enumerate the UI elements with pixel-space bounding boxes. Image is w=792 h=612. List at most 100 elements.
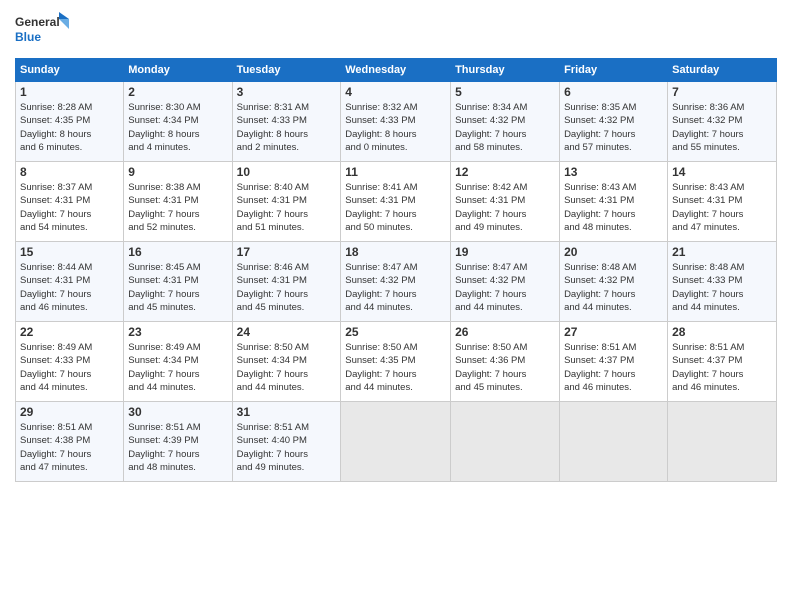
- calendar-cell: 14 Sunrise: 8:43 AM Sunset: 4:31 PM Dayli…: [668, 162, 777, 242]
- day-info: Sunrise: 8:48 AM Sunset: 4:32 PM Dayligh…: [564, 261, 663, 314]
- day-number: 28: [672, 325, 772, 339]
- calendar-cell: 6Sunrise: 8:35 AM Sunset: 4:32 PM Daylig…: [560, 82, 668, 162]
- day-info: Sunrise: 8:34 AM Sunset: 4:32 PM Dayligh…: [455, 101, 555, 154]
- calendar-cell: 21 Sunrise: 8:48 AM Sunset: 4:33 PM Dayli…: [668, 242, 777, 322]
- calendar-cell: 17 Sunrise: 8:46 AM Sunset: 4:31 PM Dayli…: [232, 242, 341, 322]
- day-number: 2: [128, 85, 227, 99]
- day-number: 11: [345, 165, 446, 179]
- calendar-cell: 28 Sunrise: 8:51 AM Sunset: 4:37 PM Dayli…: [668, 322, 777, 402]
- day-info: Sunrise: 8:43 AM Sunset: 4:31 PM Dayligh…: [672, 181, 772, 234]
- day-info: Sunrise: 8:51 AM Sunset: 4:37 PM Dayligh…: [672, 341, 772, 394]
- col-header-sunday: Sunday: [16, 59, 124, 82]
- day-info: Sunrise: 8:48 AM Sunset: 4:33 PM Dayligh…: [672, 261, 772, 314]
- calendar-cell: [341, 402, 451, 482]
- calendar-week-row: 15 Sunrise: 8:44 AM Sunset: 4:31 PM Dayli…: [16, 242, 777, 322]
- calendar-cell: 12Sunrise: 8:42 AM Sunset: 4:31 PM Dayli…: [451, 162, 560, 242]
- logo: General Blue: [15, 10, 70, 50]
- calendar-cell: 11 Sunrise: 8:41 AM Sunset: 4:31 PM Dayli…: [341, 162, 451, 242]
- svg-text:General: General: [15, 15, 60, 29]
- col-header-monday: Monday: [124, 59, 232, 82]
- day-number: 22: [20, 325, 119, 339]
- day-number: 6: [564, 85, 663, 99]
- calendar-cell: 18 Sunrise: 8:47 AM Sunset: 4:32 PM Dayli…: [341, 242, 451, 322]
- day-info: Sunrise: 8:50 AM Sunset: 4:36 PM Dayligh…: [455, 341, 555, 394]
- calendar-cell: [451, 402, 560, 482]
- day-number: 9: [128, 165, 227, 179]
- day-number: 27: [564, 325, 663, 339]
- day-info: Sunrise: 8:49 AM Sunset: 4:33 PM Dayligh…: [20, 341, 119, 394]
- calendar-cell: 8 Sunrise: 8:37 AM Sunset: 4:31 PM Daylig…: [16, 162, 124, 242]
- calendar-cell: 27 Sunrise: 8:51 AM Sunset: 4:37 PM Dayli…: [560, 322, 668, 402]
- day-info: Sunrise: 8:51 AM Sunset: 4:37 PM Dayligh…: [564, 341, 663, 394]
- day-number: 17: [237, 245, 337, 259]
- day-number: 7: [672, 85, 772, 99]
- calendar-cell: 25Sunrise: 8:50 AM Sunset: 4:35 PM Dayli…: [341, 322, 451, 402]
- day-number: 23: [128, 325, 227, 339]
- day-number: 16: [128, 245, 227, 259]
- calendar-week-row: 8 Sunrise: 8:37 AM Sunset: 4:31 PM Daylig…: [16, 162, 777, 242]
- calendar-cell: 22 Sunrise: 8:49 AM Sunset: 4:33 PM Dayli…: [16, 322, 124, 402]
- day-info: Sunrise: 8:38 AM Sunset: 4:31 PM Dayligh…: [128, 181, 227, 234]
- day-number: 3: [237, 85, 337, 99]
- logo-svg: General Blue: [15, 10, 70, 50]
- day-number: 31: [237, 405, 337, 419]
- calendar-cell: 2 Sunrise: 8:30 AM Sunset: 4:34 PM Daylig…: [124, 82, 232, 162]
- col-header-thursday: Thursday: [451, 59, 560, 82]
- day-info: Sunrise: 8:46 AM Sunset: 4:31 PM Dayligh…: [237, 261, 337, 314]
- day-info: Sunrise: 8:31 AM Sunset: 4:33 PM Dayligh…: [237, 101, 337, 154]
- day-number: 21: [672, 245, 772, 259]
- day-info: Sunrise: 8:40 AM Sunset: 4:31 PM Dayligh…: [237, 181, 337, 234]
- day-info: Sunrise: 8:51 AM Sunset: 4:38 PM Dayligh…: [20, 421, 119, 474]
- calendar-cell: 29Sunrise: 8:51 AM Sunset: 4:38 PM Dayli…: [16, 402, 124, 482]
- day-info: Sunrise: 8:51 AM Sunset: 4:40 PM Dayligh…: [237, 421, 337, 474]
- day-number: 8: [20, 165, 119, 179]
- day-info: Sunrise: 8:28 AM Sunset: 4:35 PM Dayligh…: [20, 101, 119, 154]
- calendar-week-row: 1 Sunrise: 8:28 AM Sunset: 4:35 PM Daylig…: [16, 82, 777, 162]
- svg-text:Blue: Blue: [15, 30, 41, 44]
- day-number: 14: [672, 165, 772, 179]
- day-number: 5: [455, 85, 555, 99]
- day-number: 13: [564, 165, 663, 179]
- calendar-cell: 4Sunrise: 8:32 AM Sunset: 4:33 PM Daylig…: [341, 82, 451, 162]
- day-info: Sunrise: 8:30 AM Sunset: 4:34 PM Dayligh…: [128, 101, 227, 154]
- calendar-cell: 20Sunrise: 8:48 AM Sunset: 4:32 PM Dayli…: [560, 242, 668, 322]
- calendar-cell: 1 Sunrise: 8:28 AM Sunset: 4:35 PM Daylig…: [16, 82, 124, 162]
- day-info: Sunrise: 8:44 AM Sunset: 4:31 PM Dayligh…: [20, 261, 119, 314]
- calendar-cell: 3 Sunrise: 8:31 AM Sunset: 4:33 PM Daylig…: [232, 82, 341, 162]
- day-info: Sunrise: 8:45 AM Sunset: 4:31 PM Dayligh…: [128, 261, 227, 314]
- day-info: Sunrise: 8:51 AM Sunset: 4:39 PM Dayligh…: [128, 421, 227, 474]
- calendar-cell: 30 Sunrise: 8:51 AM Sunset: 4:39 PM Dayli…: [124, 402, 232, 482]
- day-number: 15: [20, 245, 119, 259]
- col-header-friday: Friday: [560, 59, 668, 82]
- day-info: Sunrise: 8:43 AM Sunset: 4:31 PM Dayligh…: [564, 181, 663, 234]
- calendar-cell: [560, 402, 668, 482]
- calendar-cell: 16 Sunrise: 8:45 AM Sunset: 4:31 PM Dayli…: [124, 242, 232, 322]
- day-number: 30: [128, 405, 227, 419]
- calendar-week-row: 29Sunrise: 8:51 AM Sunset: 4:38 PM Dayli…: [16, 402, 777, 482]
- calendar-cell: 19Sunrise: 8:47 AM Sunset: 4:32 PM Dayli…: [451, 242, 560, 322]
- day-info: Sunrise: 8:47 AM Sunset: 4:32 PM Dayligh…: [345, 261, 446, 314]
- day-info: Sunrise: 8:37 AM Sunset: 4:31 PM Dayligh…: [20, 181, 119, 234]
- day-number: 1: [20, 85, 119, 99]
- day-info: Sunrise: 8:32 AM Sunset: 4:33 PM Dayligh…: [345, 101, 446, 154]
- col-header-wednesday: Wednesday: [341, 59, 451, 82]
- day-number: 25: [345, 325, 446, 339]
- calendar-cell: 5 Sunrise: 8:34 AM Sunset: 4:32 PM Daylig…: [451, 82, 560, 162]
- day-info: Sunrise: 8:42 AM Sunset: 4:31 PM Dayligh…: [455, 181, 555, 234]
- calendar-header-row: SundayMondayTuesdayWednesdayThursdayFrid…: [16, 59, 777, 82]
- calendar-week-row: 22 Sunrise: 8:49 AM Sunset: 4:33 PM Dayli…: [16, 322, 777, 402]
- page-header: General Blue: [15, 10, 777, 50]
- calendar-table: SundayMondayTuesdayWednesdayThursdayFrid…: [15, 58, 777, 482]
- calendar-cell: 24 Sunrise: 8:50 AM Sunset: 4:34 PM Dayli…: [232, 322, 341, 402]
- day-number: 24: [237, 325, 337, 339]
- day-number: 10: [237, 165, 337, 179]
- day-number: 18: [345, 245, 446, 259]
- day-number: 19: [455, 245, 555, 259]
- col-header-saturday: Saturday: [668, 59, 777, 82]
- day-info: Sunrise: 8:41 AM Sunset: 4:31 PM Dayligh…: [345, 181, 446, 234]
- calendar-cell: 26 Sunrise: 8:50 AM Sunset: 4:36 PM Dayli…: [451, 322, 560, 402]
- day-number: 26: [455, 325, 555, 339]
- calendar-cell: 23 Sunrise: 8:49 AM Sunset: 4:34 PM Dayli…: [124, 322, 232, 402]
- day-info: Sunrise: 8:49 AM Sunset: 4:34 PM Dayligh…: [128, 341, 227, 394]
- day-info: Sunrise: 8:50 AM Sunset: 4:34 PM Dayligh…: [237, 341, 337, 394]
